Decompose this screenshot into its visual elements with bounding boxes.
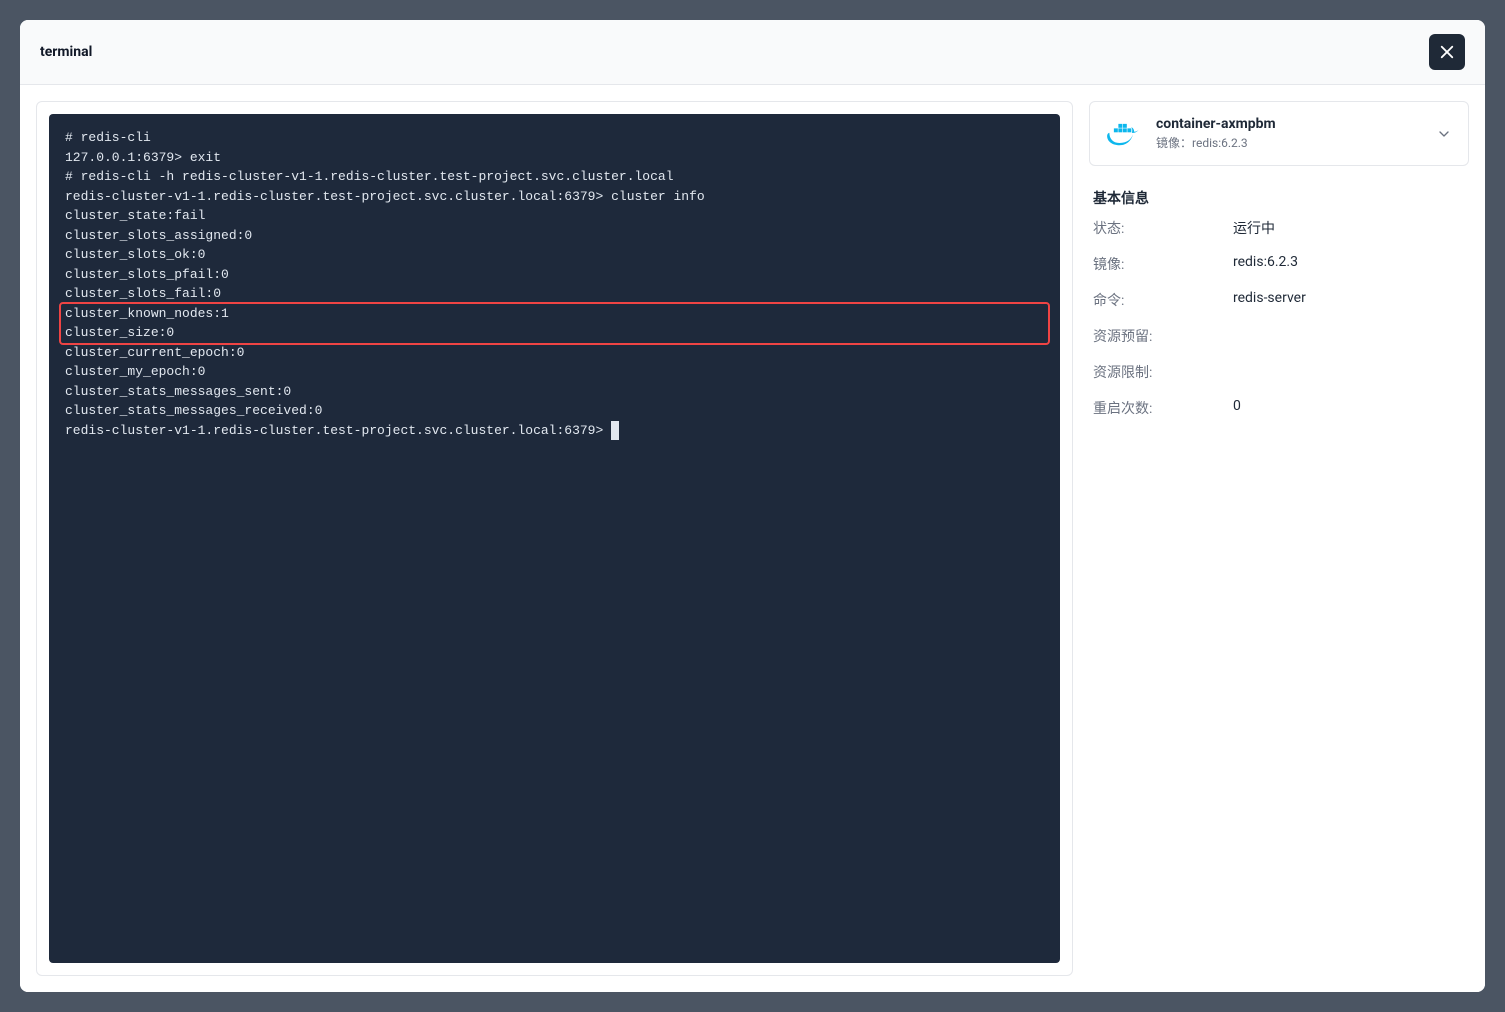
terminal-modal: terminal # redis-cli127.0.0.1:6379> exit… [20,20,1485,992]
terminal-output[interactable]: # redis-cli127.0.0.1:6379> exit# redis-c… [49,114,1060,963]
close-icon [1438,43,1456,61]
terminal-line: cluster_stats_messages_sent:0 [65,382,1044,402]
terminal-line: cluster_stats_messages_received:0 [65,401,1044,421]
modal-header: terminal [20,20,1485,85]
chevron-down-icon [1436,126,1452,142]
terminal-wrapper: # redis-cli127.0.0.1:6379> exit# redis-c… [36,101,1073,976]
info-row: 命令:redis-server [1093,290,1465,310]
info-row: 重启次数:0 [1093,398,1465,418]
info-label: 资源限制: [1093,362,1233,382]
container-card[interactable]: container-axmpbm 镜像：redis:6.2.3 [1089,101,1469,166]
terminal-line: cluster_current_epoch:0 [65,343,1044,363]
info-row: 状态:运行中 [1093,218,1465,238]
side-panel: container-axmpbm 镜像：redis:6.2.3 基本信息 状态:… [1089,101,1469,976]
terminal-line: cluster_size:0 [65,323,1044,343]
info-table: 状态:运行中镜像:redis:6.2.3命令:redis-server资源预留:… [1089,218,1469,418]
terminal-line: # redis-cli [65,128,1044,148]
info-label: 镜像: [1093,254,1233,274]
info-value: redis-server [1233,290,1465,306]
container-image-label: 镜像：redis:6.2.3 [1156,134,1422,151]
container-name: container-axmpbm [1156,116,1422,132]
terminal-line: cluster_slots_fail:0 [65,284,1044,304]
terminal-line: # redis-cli -h redis-cluster-v1-1.redis-… [65,167,1044,187]
terminal-line: cluster_known_nodes:1 [65,304,1044,324]
terminal-line: cluster_my_epoch:0 [65,362,1044,382]
info-label: 资源预留: [1093,326,1233,346]
info-label: 状态: [1093,218,1233,238]
info-row: 镜像:redis:6.2.3 [1093,254,1465,274]
terminal-line: cluster_state:fail [65,206,1044,226]
info-value: redis:6.2.3 [1233,254,1465,270]
docker-whale-icon [1106,119,1142,149]
info-section-title: 基本信息 [1093,188,1469,208]
info-row: 资源限制: [1093,362,1465,382]
terminal-line: redis-cluster-v1-1.redis-cluster.test-pr… [65,187,1044,207]
container-meta: container-axmpbm 镜像：redis:6.2.3 [1156,116,1422,151]
terminal-line: redis-cluster-v1-1.redis-cluster.test-pr… [65,421,1044,441]
terminal-line: cluster_slots_assigned:0 [65,226,1044,246]
info-value: 运行中 [1233,218,1465,238]
terminal-line: cluster_slots_ok:0 [65,245,1044,265]
modal-title: terminal [40,44,92,60]
close-button[interactable] [1429,34,1465,70]
terminal-cursor [611,421,619,441]
info-value: 0 [1233,398,1465,414]
info-label: 重启次数: [1093,398,1233,418]
terminal-line: cluster_slots_pfail:0 [65,265,1044,285]
info-row: 资源预留: [1093,326,1465,346]
info-label: 命令: [1093,290,1233,310]
modal-body: # redis-cli127.0.0.1:6379> exit# redis-c… [20,85,1485,992]
terminal-line: 127.0.0.1:6379> exit [65,148,1044,168]
